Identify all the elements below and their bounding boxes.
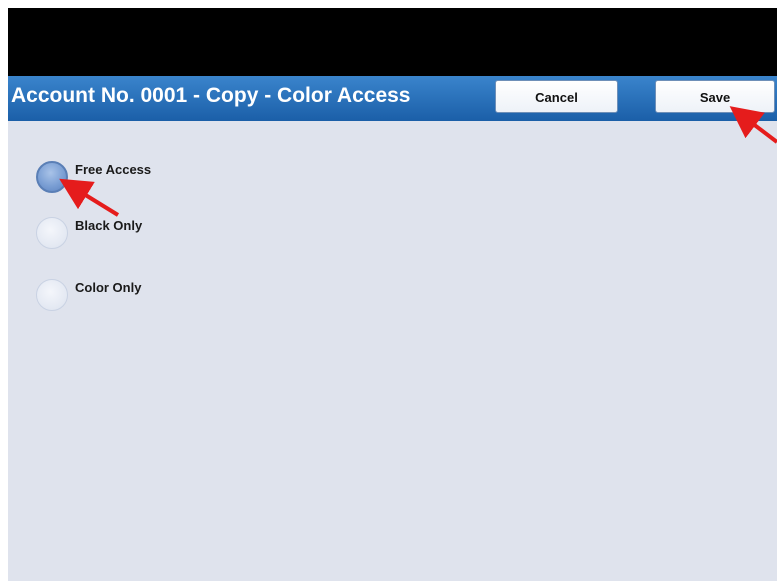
title-bar: Account No. 0001 - Copy - Color Access C…	[8, 76, 777, 121]
option-color-only[interactable]: Color Only	[36, 279, 296, 313]
cancel-button[interactable]: Cancel	[495, 80, 618, 113]
radio-button-selected[interactable]	[36, 161, 68, 193]
radio-button[interactable]	[36, 279, 68, 311]
touchscreen-frame: Account No. 0001 - Copy - Color Access C…	[8, 8, 777, 581]
radio-button[interactable]	[36, 217, 68, 249]
option-label: Free Access	[75, 162, 152, 177]
option-label: Black Only	[75, 218, 143, 233]
top-black-bar	[8, 8, 777, 76]
save-button[interactable]: Save	[655, 80, 775, 113]
page-title: Account No. 0001 - Copy - Color Access	[11, 84, 411, 107]
option-free-access[interactable]: Free Access	[36, 161, 296, 195]
option-label: Color Only	[75, 280, 142, 295]
options-panel: Free Access Black Only Color Only	[8, 121, 777, 581]
option-black-only[interactable]: Black Only	[36, 217, 296, 251]
